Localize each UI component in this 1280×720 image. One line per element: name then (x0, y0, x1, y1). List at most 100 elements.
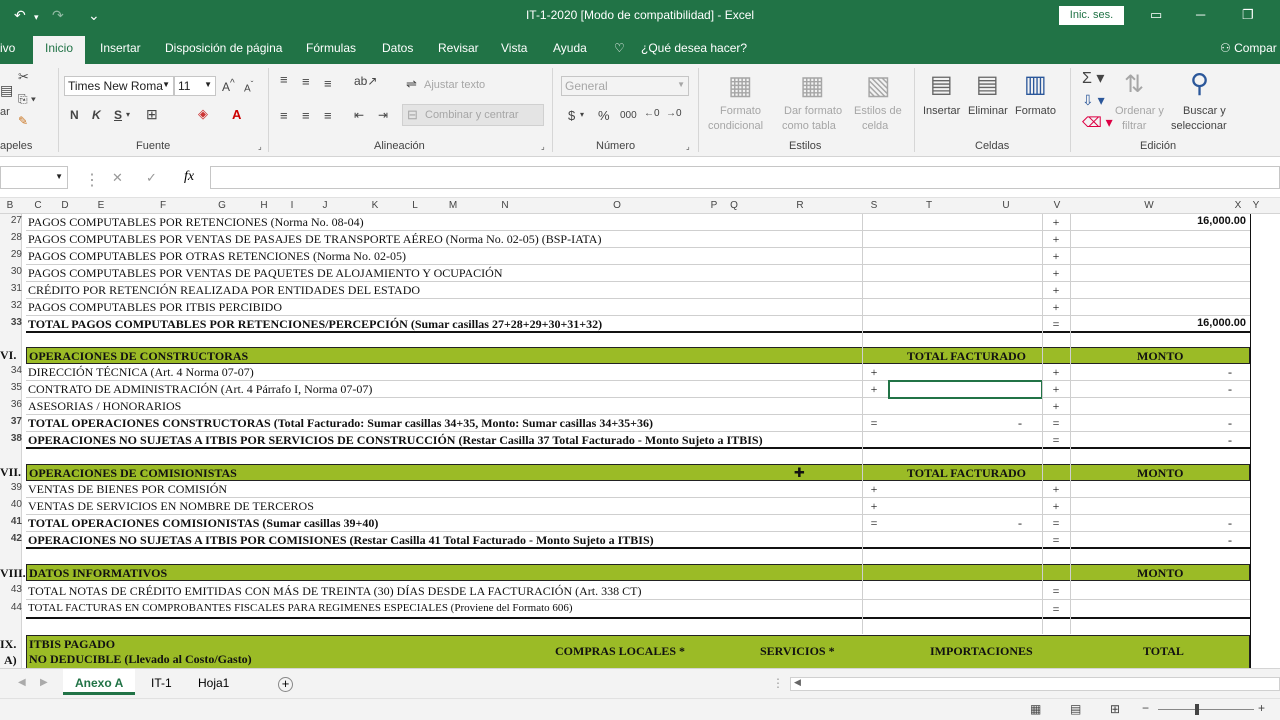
number-format-select[interactable]: General ▼ (561, 76, 689, 96)
paste-icon[interactable]: ▤ (0, 82, 13, 99)
fill-icon[interactable]: ⇩ ▾ (1082, 92, 1105, 109)
row-number[interactable]: 28 (0, 232, 22, 243)
table-row[interactable]: TOTAL FACTURAS EN COMPROBANTES FISCALES … (26, 601, 1250, 618)
sheet-tab-it1[interactable]: IT-1 (151, 676, 172, 690)
column-header[interactable]: Q (729, 200, 739, 211)
format-painter-icon[interactable]: ✎ (18, 114, 28, 128)
column-header[interactable]: B (5, 200, 15, 211)
increase-decimal-icon[interactable]: ←0 (644, 108, 660, 119)
grow-font-icon[interactable]: A^ (222, 78, 235, 94)
font-name-select[interactable]: Times New Roma ▼ (64, 76, 174, 96)
table-row[interactable]: PAGOS COMPUTABLES POR VENTAS DE PASAJES … (26, 231, 1250, 248)
table-row[interactable]: PAGOS COMPUTABLES POR RETENCIONES (Norma… (26, 214, 1250, 231)
autosum-icon[interactable]: Σ ▾ (1082, 68, 1104, 88)
row-number[interactable]: 44 (0, 602, 22, 613)
table-row[interactable]: VENTAS DE BIENES POR COMISIÓN + + (26, 481, 1250, 498)
row-number[interactable]: 30 (0, 266, 22, 277)
row-number[interactable]: 33 (0, 317, 22, 328)
align-right-icon[interactable]: ≡ (324, 108, 332, 123)
insert-function-icon[interactable]: fx (184, 169, 194, 185)
table-row[interactable]: ASESORIAS / HONORARIOS + (26, 398, 1250, 415)
column-header[interactable]: F (158, 200, 168, 211)
add-sheet-button[interactable]: + (278, 677, 293, 692)
align-left-icon[interactable]: ≡ (280, 108, 288, 123)
tab-revisar[interactable]: Revisar (438, 41, 479, 55)
align-top-icon[interactable]: ≡ (280, 72, 288, 87)
orientation-icon[interactable]: ab↗ (354, 74, 377, 88)
merge-center-button[interactable]: Combinar y centrar ⊟ (402, 104, 544, 126)
minimize-icon[interactable]: ─ (1196, 7, 1205, 22)
decrease-decimal-icon[interactable]: →0 (666, 108, 682, 119)
increase-indent-icon[interactable]: ⇥ (378, 108, 388, 122)
column-header[interactable]: U (1001, 200, 1011, 211)
sort-filter-button[interactable]: Ordenar y (1115, 105, 1164, 117)
scroll-right-icon[interactable]: ▶ (40, 677, 48, 688)
zoom-slider[interactable] (1158, 709, 1254, 710)
table-row[interactable]: PAGOS COMPUTABLES POR VENTAS DE PAQUETES… (26, 265, 1250, 282)
borders-icon[interactable]: ⊞ (146, 106, 158, 123)
row-number[interactable]: 29 (0, 249, 22, 260)
format-cells-button[interactable]: Formato (1015, 105, 1056, 117)
zoom-out-icon[interactable]: − (1142, 701, 1149, 715)
format-as-table-button[interactable]: Dar formato (784, 105, 842, 117)
column-header[interactable]: L (410, 200, 420, 211)
selected-cell[interactable] (888, 380, 1043, 399)
row-number[interactable]: 43 (0, 584, 22, 595)
signin-button[interactable]: Inic. ses. (1059, 6, 1124, 25)
row-number[interactable]: 41 (0, 516, 22, 527)
column-header[interactable]: K (370, 200, 380, 211)
page-break-icon[interactable]: ⊞ (1110, 702, 1120, 716)
wrap-text-icon[interactable]: ⇌ (406, 76, 417, 92)
clear-icon[interactable]: ⌫ ▾ (1082, 114, 1113, 131)
column-header[interactable]: M (446, 200, 460, 211)
paste-label[interactable]: ar (0, 106, 10, 118)
table-row[interactable]: TOTAL NOTAS DE CRÉDITO EMITIDAS CON MÁS … (26, 583, 1250, 600)
cut-icon[interactable]: ✂ (18, 69, 29, 85)
tab-inicio[interactable]: Inicio (33, 36, 86, 64)
sheet-tab-anexo-a[interactable]: Anexo A (63, 669, 136, 695)
tab-ayuda[interactable]: Ayuda (553, 41, 587, 55)
insert-cells-button[interactable]: Insertar (923, 105, 960, 117)
tab-formulas[interactable]: Fórmulas (306, 41, 356, 55)
tab-disposicion[interactable]: Disposición de página (165, 41, 282, 55)
conditional-format-button[interactable]: Formato (720, 105, 761, 117)
shrink-font-icon[interactable]: Aˇ (244, 79, 253, 94)
delete-cells-button[interactable]: Eliminar (968, 105, 1008, 117)
chevron-down-icon[interactable]: ▾ (580, 110, 584, 119)
tab-datos[interactable]: Datos (382, 41, 413, 55)
align-bottom-icon[interactable]: ≡ (324, 76, 332, 91)
column-header[interactable]: I (287, 200, 297, 211)
scroll-left-icon[interactable]: ◀ (18, 677, 26, 688)
underline-button[interactable]: S (114, 108, 122, 122)
column-header[interactable]: O (612, 200, 622, 211)
tab-vista[interactable]: Vista (501, 41, 527, 55)
cancel-icon[interactable]: ✕ (112, 170, 123, 186)
percent-button[interactable]: % (598, 108, 610, 123)
column-header[interactable]: H (259, 200, 269, 211)
copy-icon[interactable]: ⎘ ▾ (18, 92, 36, 107)
horizontal-scrollbar[interactable] (790, 677, 1280, 691)
column-header[interactable]: C (33, 200, 43, 211)
scroll-left-icon[interactable]: ◀ (794, 677, 801, 688)
currency-button[interactable]: $ (568, 108, 575, 123)
column-header[interactable]: D (60, 200, 70, 211)
column-header[interactable]: V (1052, 200, 1062, 211)
zoom-in-icon[interactable]: + (1258, 701, 1265, 715)
column-header[interactable]: R (795, 200, 805, 211)
wrap-text-button[interactable]: Ajustar texto (424, 79, 485, 91)
row-number[interactable]: 32 (0, 300, 22, 311)
column-header[interactable]: E (96, 200, 106, 211)
font-size-select[interactable]: 11 ▼ (174, 76, 216, 96)
column-header[interactable]: G (217, 200, 227, 211)
dialog-launcher-icon[interactable]: ⌟ (541, 142, 545, 151)
table-row[interactable]: DIRECCIÓN TÉCNICA (Art. 4 Norma 07-07) +… (26, 364, 1250, 381)
tab-archivo[interactable]: ivo (0, 41, 15, 55)
column-header[interactable]: J (320, 200, 330, 211)
italic-button[interactable]: K (92, 108, 101, 122)
find-select-button[interactable]: Buscar y (1183, 105, 1226, 117)
row-number[interactable]: 39 (0, 482, 22, 493)
dialog-launcher-icon[interactable]: ⌟ (686, 142, 690, 151)
row-number[interactable]: 42 (0, 533, 22, 544)
table-row[interactable]: VENTAS DE SERVICIOS EN NOMBRE DE TERCERO… (26, 498, 1250, 515)
row-number[interactable]: 31 (0, 283, 22, 294)
